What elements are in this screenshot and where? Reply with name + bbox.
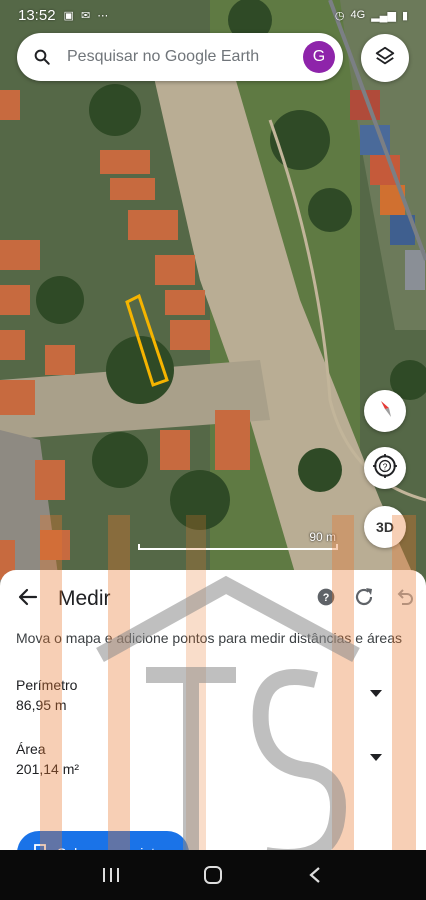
search-input[interactable]	[67, 48, 297, 66]
help-circle-icon[interactable]: ?	[316, 587, 336, 612]
back-icon[interactable]	[295, 855, 335, 895]
battery-icon: ▮	[401, 9, 408, 22]
svg-text:?: ?	[323, 592, 330, 604]
measure-header: Medir ?	[0, 570, 426, 628]
signal-icon: ▂▄▆	[371, 9, 396, 22]
svg-text:?: ?	[383, 461, 388, 471]
status-indicators: ◷ 4G ▂▄▆ ▮	[335, 9, 408, 22]
panel-title: Medir	[58, 587, 111, 610]
area-value: 201,14 m²	[16, 761, 80, 777]
satellite-map[interactable]	[0, 0, 426, 590]
compass-icon	[373, 397, 397, 426]
help-button[interactable]: ?	[364, 447, 406, 489]
recents-icon[interactable]	[91, 855, 131, 895]
3d-toggle-button[interactable]: 3D	[364, 506, 406, 548]
status-bar: 13:52 ▣ ✉ ⋯ ◷ 4G ▂▄▆ ▮	[0, 0, 426, 30]
refresh-icon[interactable]	[352, 585, 376, 614]
chevron-down-icon[interactable]	[370, 749, 382, 767]
home-icon[interactable]	[193, 855, 233, 895]
scale-label: 90 m	[309, 530, 336, 544]
help-icon: ?	[372, 453, 398, 484]
measure-panel: Medir ? Mova o mapa e adicione pontos pa…	[0, 570, 426, 860]
header-actions: ?	[316, 585, 426, 614]
undo-icon[interactable]	[392, 585, 416, 614]
area-label: Área	[16, 741, 46, 757]
area-row[interactable]: Área 201,14 m²	[0, 741, 426, 777]
android-nav-bar	[0, 850, 426, 900]
compass-button[interactable]	[364, 390, 406, 432]
perimeter-label: Perímetro	[16, 677, 78, 693]
map-scale: 90 m	[138, 530, 340, 552]
network-label: 4G	[350, 9, 366, 21]
back-arrow-icon[interactable]	[16, 585, 40, 614]
perimeter-value: 86,95 m	[16, 697, 67, 713]
layers-button[interactable]	[361, 34, 409, 82]
notification-icons: ▣ ✉ ⋯	[63, 9, 111, 22]
status-time: 13:52	[18, 6, 56, 24]
search-icon	[17, 48, 67, 66]
map-imagery	[0, 0, 426, 590]
search-bar[interactable]: G	[17, 33, 343, 81]
scale-bar	[138, 544, 338, 550]
layers-icon	[374, 45, 396, 72]
alarm-icon: ◷	[334, 9, 345, 22]
measure-instructions: Mova o mapa e adicione pontos para medir…	[16, 630, 402, 646]
perimeter-row[interactable]: Perímetro 86,95 m	[0, 677, 426, 713]
chevron-down-icon[interactable]	[370, 685, 382, 703]
account-avatar[interactable]: G	[303, 41, 335, 73]
